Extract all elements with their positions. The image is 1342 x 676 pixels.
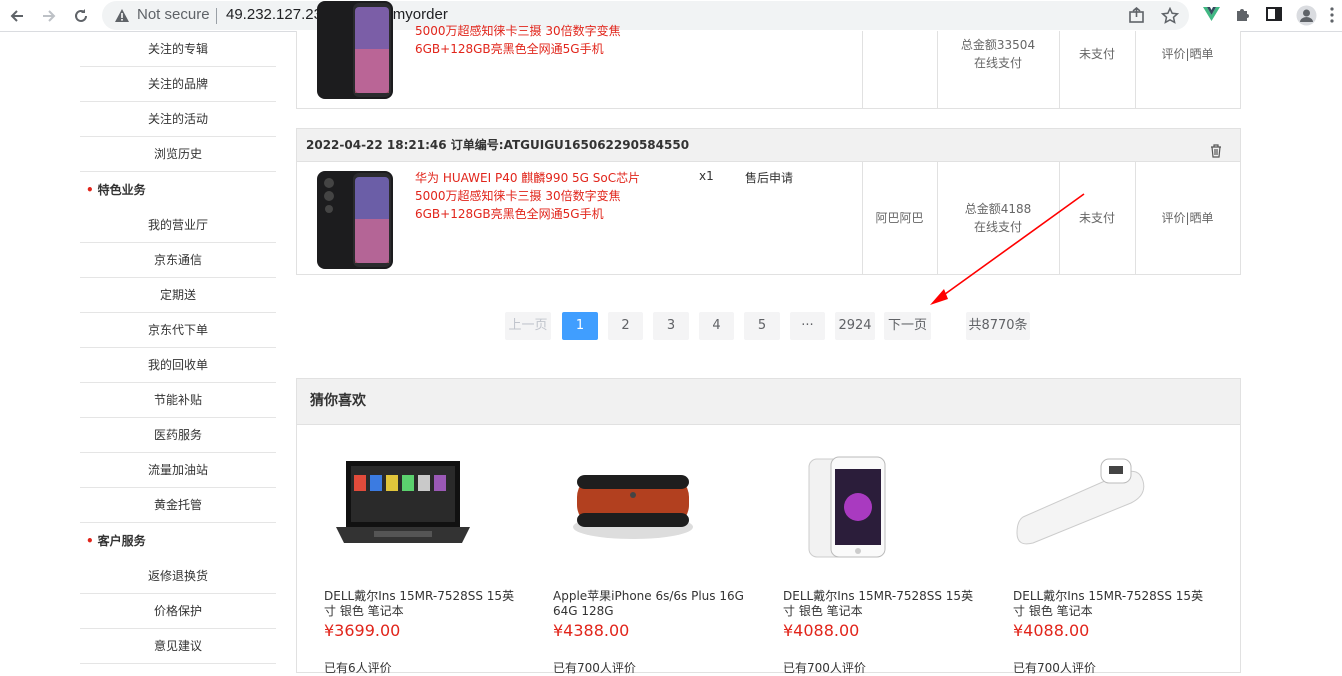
- column-divider: [1059, 31, 1060, 108]
- page-button-3[interactable]: 3: [653, 312, 689, 340]
- sidebar-heading-special: • 特色业务: [80, 172, 276, 208]
- profile-icon[interactable]: [1296, 5, 1317, 30]
- product-title-line: 6GB+128GB亮黑色全网通5G手机: [415, 42, 604, 56]
- after-sale-link[interactable]: 售后申请: [745, 169, 793, 186]
- sidebar-item-feedback[interactable]: 意见建议: [80, 629, 276, 664]
- share-icon[interactable]: [1128, 6, 1145, 28]
- page-button-2[interactable]: 2: [608, 312, 643, 340]
- column-divider: [862, 31, 863, 108]
- product-comments: 已有700人评价: [1013, 661, 1096, 675]
- page-ellipsis[interactable]: ···: [790, 312, 825, 340]
- order-status: 未支付: [1078, 47, 1115, 61]
- product-image[interactable]: [315, 0, 395, 101]
- vue-devtools-icon[interactable]: [1203, 6, 1220, 26]
- sidebar-item-followed-activities[interactable]: 关注的活动: [80, 102, 276, 137]
- browser-toolbar: Not secure 49.232.127.233/#/center/myord…: [0, 0, 1342, 32]
- sidebar-item-proxy-order[interactable]: 京东代下单: [80, 313, 276, 348]
- bullet-icon: •: [86, 534, 94, 548]
- sidebar-item-recycle[interactable]: 我的回收单: [80, 348, 276, 383]
- reload-icon[interactable]: [69, 4, 93, 28]
- puzzle-icon[interactable]: [1235, 6, 1251, 27]
- sidebar-heading-service-label: 客户服务: [97, 534, 146, 548]
- sidebar-item-medicine[interactable]: 医药服务: [80, 418, 276, 453]
- product-name[interactable]: DELL戴尔Ins 15MR-7528SS 15英寸 银色 笔记本: [1013, 589, 1213, 619]
- page-button-4[interactable]: 4: [699, 312, 734, 340]
- sidebar-item-gold[interactable]: 黄金托管: [80, 488, 276, 523]
- sidebar: 关注的专辑 关注的品牌 关注的活动 浏览历史 • 特色业务 我的营业厅 京东通信 …: [80, 32, 276, 664]
- guess-title: 猜你喜欢: [297, 379, 1240, 425]
- product-image[interactable]: [553, 447, 713, 559]
- product-title[interactable]: 5000万超感知徕卡三摄 30倍数字变焦 6GB+128GB亮黑色全网通5G手机: [415, 22, 655, 58]
- product-comments: 已有700人评价: [553, 661, 636, 675]
- guess-you-like: 猜你喜欢 DELL戴尔Ins 15MR-7528SS 15英寸 银色 笔记本 ¥…: [296, 378, 1241, 675]
- product-price: ¥3699.00: [324, 621, 401, 640]
- sidebar-item-followed-albums[interactable]: 关注的专辑: [80, 32, 276, 67]
- order-action-link[interactable]: 评价|晒单: [1135, 45, 1240, 63]
- product-title-line: 5000万超感知徕卡三摄 30倍数字变焦: [415, 24, 621, 38]
- column-divider: [1135, 31, 1136, 108]
- sidebar-heading-special-label: 特色业务: [97, 183, 146, 197]
- order-card: 5000万超感知徕卡三摄 30倍数字变焦 6GB+128GB亮黑色全网通5G手机…: [296, 1, 1241, 109]
- sidebar-item-followed-brands[interactable]: 关注的品牌: [80, 67, 276, 102]
- product-title-line: 6GB+128GB亮黑色全网通5G手机: [415, 207, 604, 221]
- order-action-link[interactable]: 评价|晒单: [1135, 209, 1240, 227]
- warning-icon: [114, 8, 130, 27]
- sidebar-item-scheduled-delivery[interactable]: 定期送: [80, 278, 276, 313]
- order-card: 2022-04-22 18:21:46 订单编号:ATGUIGU16506229…: [296, 128, 1241, 275]
- sidebar-item-price-protect[interactable]: 价格保护: [80, 594, 276, 629]
- product-comments: 已有700人评价: [783, 661, 866, 675]
- product-title-line: 5000万超感知徕卡三摄 30倍数字变焦: [415, 189, 621, 203]
- page-button-last[interactable]: 2924: [835, 312, 875, 340]
- product-grid: DELL戴尔Ins 15MR-7528SS 15英寸 银色 笔记本 ¥3699.…: [297, 425, 1240, 675]
- product-price: ¥4088.00: [783, 621, 860, 640]
- product-title[interactable]: 华为 HUAWEI P40 麒麟990 5G SoC芯片 5000万超感知徕卡三…: [415, 169, 655, 223]
- order-pay-method: 在线支付: [973, 56, 1022, 70]
- sidebar-item-energy-subsidy[interactable]: 节能补贴: [80, 383, 276, 418]
- order-quantity: x1: [699, 169, 714, 183]
- product-image[interactable]: [783, 447, 943, 559]
- back-arrow-icon[interactable]: [5, 4, 29, 28]
- next-page-button[interactable]: 下一页: [884, 312, 931, 340]
- product-price: ¥4388.00: [553, 621, 630, 640]
- address-separator: [216, 8, 217, 24]
- order-header-text: 2022-04-22 18:21:46 订单编号:ATGUIGU16506229…: [306, 138, 690, 152]
- sidebar-item-return[interactable]: 返修退换货: [80, 559, 276, 594]
- sidebar-item-data-topup[interactable]: 流量加油站: [80, 453, 276, 488]
- prev-page-button[interactable]: 上一页: [505, 312, 551, 340]
- not-secure-label[interactable]: Not secure: [137, 6, 210, 23]
- product-name[interactable]: DELL戴尔Ins 15MR-7528SS 15英寸 银色 笔记本: [324, 589, 524, 619]
- sidebar-item-jd-telecom[interactable]: 京东通信: [80, 243, 276, 278]
- product-title-line: 华为 HUAWEI P40 麒麟990 5G SoC芯片: [415, 171, 641, 185]
- side-panel-icon[interactable]: [1266, 6, 1282, 26]
- order-total: 总金额33504 在线支付: [937, 36, 1059, 72]
- product-image[interactable]: [1013, 447, 1173, 559]
- order-body: 华为 HUAWEI P40 麒麟990 5G SoC芯片 5000万超感知徕卡三…: [297, 162, 1240, 274]
- page-button-5[interactable]: 5: [744, 312, 780, 340]
- total-count: 共8770条: [966, 312, 1030, 340]
- product-comments: 已有6人评价: [324, 661, 392, 675]
- sidebar-item-my-hall[interactable]: 我的营业厅: [80, 208, 276, 243]
- annotation-arrow: [930, 193, 1085, 305]
- sidebar-item-browse-history[interactable]: 浏览历史: [80, 137, 276, 172]
- product-name[interactable]: DELL戴尔Ins 15MR-7528SS 15英寸 银色 笔记本: [783, 589, 983, 619]
- order-header: 2022-04-22 18:21:46 订单编号:ATGUIGU16506229…: [297, 129, 1240, 162]
- forward-arrow-icon[interactable]: [37, 4, 61, 28]
- product-image[interactable]: [324, 447, 484, 559]
- bullet-icon: •: [86, 183, 94, 197]
- product-name[interactable]: Apple苹果iPhone 6s/6s Plus 16G 64G 128G: [553, 589, 753, 619]
- star-icon[interactable]: [1160, 6, 1180, 29]
- kebab-menu-icon[interactable]: [1329, 7, 1335, 27]
- product-image[interactable]: [315, 169, 395, 271]
- order-total-amount: 总金额33504: [960, 38, 1036, 52]
- product-price: ¥4088.00: [1013, 621, 1090, 640]
- page-button-1[interactable]: 1: [562, 312, 598, 340]
- sidebar-heading-service: • 客户服务: [80, 523, 276, 559]
